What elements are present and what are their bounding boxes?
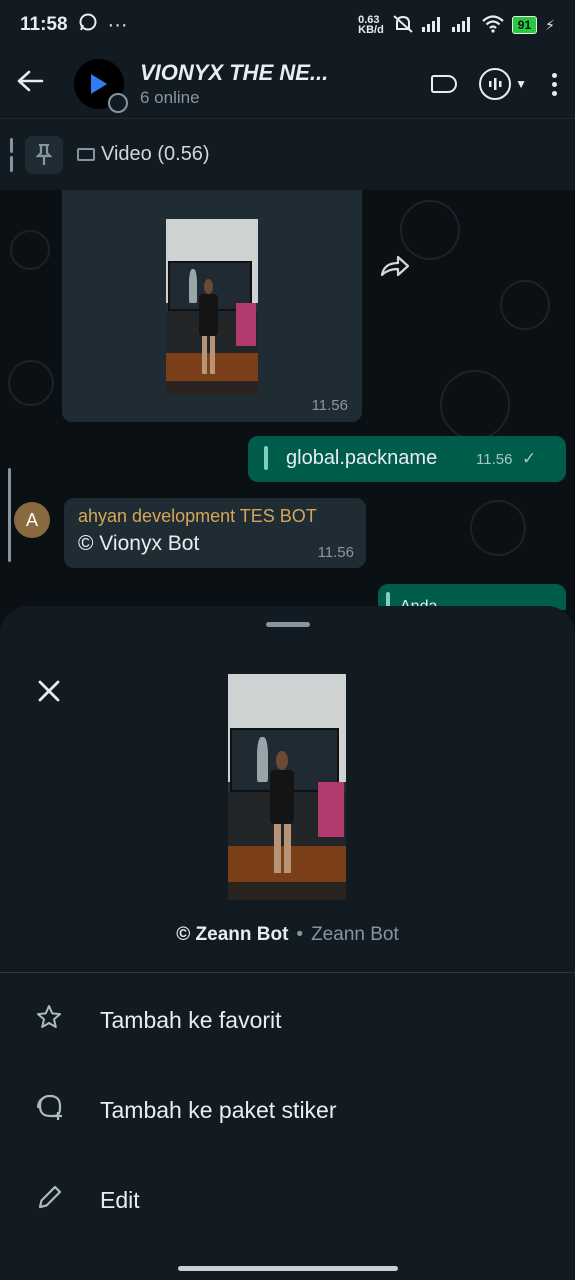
charging-icon: ⚡	[545, 16, 555, 33]
sender-avatar[interactable]: A	[14, 502, 50, 538]
sticker-pack-name: © Zeann Bot	[176, 924, 289, 945]
outgoing-message-bubble[interactable]: global.packname 11.56 ✓	[248, 436, 566, 482]
back-arrow-icon[interactable]	[16, 67, 56, 101]
menu-item-label: Edit	[100, 1186, 140, 1213]
menu-item-edit[interactable]: Edit	[0, 1170, 575, 1230]
wifi-icon	[482, 14, 504, 36]
message-time: 11.56	[317, 544, 354, 561]
menu-item-label: Tambah ke paket stiker	[100, 1096, 337, 1123]
outgoing-text: global.packname	[286, 447, 438, 469]
sticker-caption: © Zeann Bot • Zeann Bot	[0, 924, 575, 946]
divider	[0, 972, 575, 973]
wallpaper-doodle	[470, 500, 526, 556]
menu-item-label: Tambah ke favorit	[100, 1006, 282, 1033]
more-options-icon[interactable]	[549, 72, 559, 96]
play-logo-icon	[91, 74, 107, 94]
sender-name[interactable]: ahyan development TES BOT	[78, 506, 317, 527]
video-camera-icon	[77, 148, 95, 161]
star-icon	[0, 1004, 100, 1037]
voice-chat-button[interactable]: ▼	[479, 68, 527, 100]
gesture-nav-bar[interactable]	[178, 1266, 398, 1271]
caption-separator: •	[296, 924, 304, 945]
message-time: 11.56	[476, 451, 513, 468]
incoming-text: © Vionyx Bot	[78, 532, 200, 555]
pinned-message: Video (0.56)	[77, 143, 210, 166]
whatsapp-icon	[78, 12, 98, 38]
chat-title-block[interactable]: VIONYX THE NE... 6 online	[140, 60, 431, 108]
header-actions: ▼	[431, 68, 559, 100]
drag-handle[interactable]	[266, 622, 310, 627]
incoming-message-bubble[interactable]: ahyan development TES BOT © Vionyx Bot 1…	[64, 498, 366, 568]
quote-bar	[264, 446, 268, 470]
chat-area: 11.56 global.packname 11.56 ✓ A ahyan de…	[0, 190, 575, 610]
status-left: 11:58 ···	[20, 12, 128, 38]
net-speed: 0.63 KB/d	[358, 15, 384, 36]
chat-subtitle: 6 online	[140, 88, 200, 107]
pin-indicator	[10, 137, 13, 172]
status-ring-icon	[108, 93, 128, 113]
pinned-message-text: Video (0.56)	[101, 143, 210, 165]
group-avatar[interactable]	[74, 59, 128, 113]
pinned-message-bar[interactable]: Video (0.56)	[0, 118, 575, 190]
selection-indicator	[8, 468, 11, 562]
net-speed-unit: KB/d	[358, 24, 384, 36]
label-icon[interactable]	[431, 75, 458, 93]
chat-title: VIONYX THE NE...	[140, 60, 329, 85]
message-time: 11.56	[311, 397, 348, 414]
mute-icon	[392, 14, 414, 37]
sticker-add-icon	[0, 1092, 100, 1129]
wallpaper-doodle	[440, 370, 510, 440]
bottom-sheet: © Zeann Bot • Zeann Bot Tambah ke favorit …	[0, 606, 575, 1280]
status-bar: 11:58 ··· 0.63 KB/d 91 ⚡	[0, 0, 575, 50]
sticker-preview	[228, 674, 346, 900]
sent-check-icon: ✓	[522, 449, 537, 468]
pencil-icon	[0, 1183, 100, 1218]
dropdown-arrow-icon: ▼	[515, 77, 527, 91]
status-time: 11:58	[20, 14, 68, 35]
voice-chat-icon	[479, 68, 512, 100]
more-notifications-icon: ···	[107, 13, 128, 36]
forward-icon[interactable]	[380, 252, 410, 284]
menu-item-add-to-sticker-pack[interactable]: Tambah ke paket stiker	[0, 1080, 575, 1140]
wallpaper-doodle	[500, 280, 550, 330]
pin-icon	[25, 135, 63, 174]
signal-icon-2	[451, 16, 474, 35]
close-icon[interactable]	[36, 676, 62, 710]
battery-icon: 91	[511, 16, 538, 34]
sticker-author: Zeann Bot	[311, 924, 399, 945]
video-thumbnail[interactable]	[166, 219, 258, 395]
chat-header: VIONYX THE NE... 6 online ▼	[0, 50, 575, 118]
signal-icon-1	[421, 16, 444, 35]
wallpaper-doodle	[8, 360, 54, 406]
wallpaper-doodle	[10, 230, 50, 270]
incoming-video-bubble[interactable]: 11.56	[62, 190, 362, 422]
screen: 11:58 ··· 0.63 KB/d 91 ⚡ VIONYX THE NE..…	[0, 0, 575, 1280]
menu-item-add-favorite[interactable]: Tambah ke favorit	[0, 990, 575, 1050]
status-right: 0.63 KB/d 91 ⚡	[358, 14, 555, 37]
wallpaper-doodle	[400, 200, 460, 260]
